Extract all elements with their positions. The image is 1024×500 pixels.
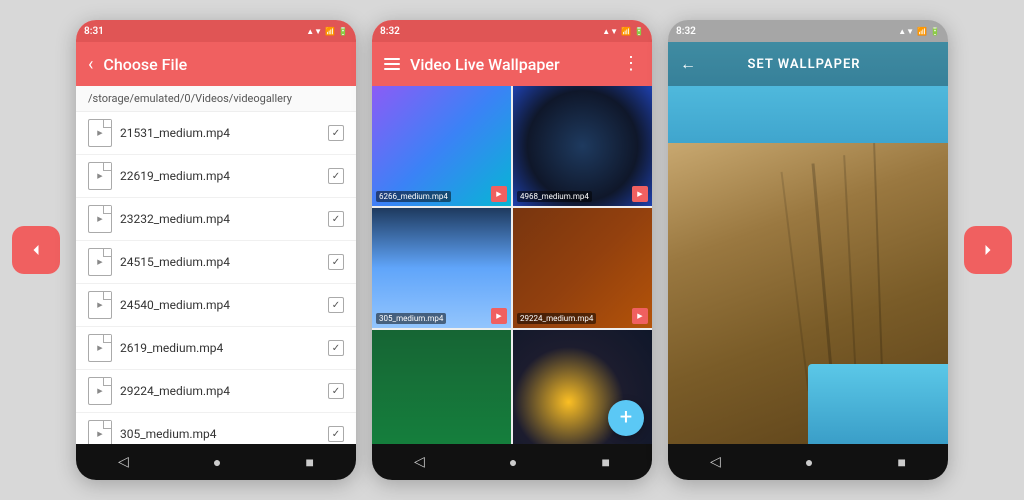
file-item[interactable]: ▶ 24540_medium.mp4 xyxy=(76,284,356,327)
phone3-status-bar: 8:32 ▲▼ 📶 🔋 xyxy=(668,20,948,42)
file-checkbox[interactable] xyxy=(328,426,344,442)
phone2-time: 8:32 xyxy=(380,26,400,37)
left-nav-button[interactable] xyxy=(12,226,60,274)
phone-2: 8:32 ▲▼ 📶 🔋 Video Live Wallpaper ⋮ 6266_… xyxy=(372,20,652,480)
file-name: 21531_medium.mp4 xyxy=(120,126,320,140)
phone2-back-nav[interactable]: ◁ xyxy=(414,454,425,470)
file-item[interactable]: ▶ 24515_medium.mp4 xyxy=(76,241,356,284)
file-item[interactable]: ▶ 305_medium.mp4 xyxy=(76,413,356,444)
phone3-back-button[interactable]: ← xyxy=(680,54,696,74)
file-checkbox[interactable] xyxy=(328,340,344,356)
phone1-home-nav[interactable]: ● xyxy=(213,454,221,471)
phone-3: 8:32 ▲▼ 📶 🔋 ← xyxy=(668,20,948,480)
wallpaper-screen: ← SET WALLPAPER xyxy=(668,42,948,444)
phone3-back-nav[interactable]: ◁ xyxy=(710,454,721,470)
right-nav-button[interactable] xyxy=(964,226,1012,274)
phone2-status-icons: ▲▼ 📶 🔋 xyxy=(602,27,644,36)
phone2-gallery-grid: 6266_medium.mp4 4968_medium.mp4 305_medi… xyxy=(372,86,652,444)
gallery-label-1: 6266_medium.mp4 xyxy=(376,191,451,202)
gallery-label-4: 29224_medium.mp4 xyxy=(517,313,596,324)
phone1-file-path: /storage/emulated/0/Videos/videogallery xyxy=(76,86,356,112)
phone1-title: Choose File xyxy=(103,55,344,74)
file-name: 24515_medium.mp4 xyxy=(120,255,320,269)
phone2-more-icon[interactable]: ⋮ xyxy=(622,55,640,73)
gallery-cell-1[interactable]: 6266_medium.mp4 xyxy=(372,86,511,206)
phone1-app-bar: ‹ Choose File xyxy=(76,42,356,86)
phone3-status-icons: ▲▼ 📶 🔋 xyxy=(898,27,940,36)
gallery-cell-5[interactable] xyxy=(372,330,511,444)
phone1-status-icons: ▲▼ 📶 🔋 xyxy=(306,27,348,36)
phone2-app-bar: Video Live Wallpaper ⋮ xyxy=(372,42,652,86)
phone3-nav-bar: ◁ ● ■ xyxy=(668,444,948,480)
file-name: 305_medium.mp4 xyxy=(120,427,320,441)
file-icon: ▶ xyxy=(88,162,112,190)
phone1-status-bar: 8:31 ▲▼ 📶 🔋 xyxy=(76,20,356,42)
phone3-recent-nav[interactable]: ■ xyxy=(897,454,905,471)
scene: 8:31 ▲▼ 📶 🔋 ‹ Choose File /storage/emula… xyxy=(0,0,1024,500)
phone2-home-nav[interactable]: ● xyxy=(509,454,517,471)
file-name: 22619_medium.mp4 xyxy=(120,169,320,183)
gallery-label-2: 4968_medium.mp4 xyxy=(517,191,592,202)
file-icon: ▶ xyxy=(88,248,112,276)
file-item[interactable]: ▶ 22619_medium.mp4 xyxy=(76,155,356,198)
file-name: 24540_medium.mp4 xyxy=(120,298,320,312)
phone2-recent-nav[interactable]: ■ xyxy=(601,454,609,471)
phone3-app-bar: ← SET WALLPAPER xyxy=(668,42,948,86)
phone3-title: SET WALLPAPER xyxy=(696,57,912,72)
file-item[interactable]: ▶ 21531_medium.mp4 xyxy=(76,112,356,155)
file-checkbox[interactable] xyxy=(328,211,344,227)
phone1-time: 8:31 xyxy=(84,26,104,37)
cliff-image xyxy=(668,42,948,444)
phone2-menu-icon[interactable] xyxy=(384,58,400,70)
file-name: 29224_medium.mp4 xyxy=(120,384,320,398)
file-icon: ▶ xyxy=(88,119,112,147)
phone1-file-list: /storage/emulated/0/Videos/videogallery … xyxy=(76,86,356,444)
file-item[interactable]: ▶ 23232_medium.mp4 xyxy=(76,198,356,241)
video-thumb-icon-1 xyxy=(491,186,507,202)
phone2-title: Video Live Wallpaper xyxy=(410,55,612,74)
file-icon: ▶ xyxy=(88,205,112,233)
gallery-cell-2[interactable]: 4968_medium.mp4 xyxy=(513,86,652,206)
file-checkbox[interactable] xyxy=(328,297,344,313)
file-items-container: ▶ 21531_medium.mp4 ▶ 22619_medium.mp4 ▶ 23232… xyxy=(76,112,356,444)
video-thumb-icon-4 xyxy=(632,308,648,324)
phone1-back-nav[interactable]: ◁ xyxy=(118,454,129,470)
phone2-status-bar: 8:32 ▲▼ 📶 🔋 xyxy=(372,20,652,42)
phone3-time: 8:32 xyxy=(676,26,696,37)
video-thumb-icon-2 xyxy=(632,186,648,202)
file-icon: ▶ xyxy=(88,420,112,444)
gallery-cell-4[interactable]: 29224_medium.mp4 xyxy=(513,208,652,328)
phone2-nav-bar: ◁ ● ■ xyxy=(372,444,652,480)
phone2-fab[interactable]: + xyxy=(608,400,644,436)
file-name: 2619_medium.mp4 xyxy=(120,341,320,355)
gallery-label-3: 305_medium.mp4 xyxy=(376,313,446,324)
file-checkbox[interactable] xyxy=(328,168,344,184)
file-item[interactable]: ▶ 2619_medium.mp4 xyxy=(76,327,356,370)
phone-1: 8:31 ▲▼ 📶 🔋 ‹ Choose File /storage/emula… xyxy=(76,20,356,480)
phone3-home-nav[interactable]: ● xyxy=(805,454,813,471)
file-checkbox[interactable] xyxy=(328,383,344,399)
video-thumb-icon-3 xyxy=(491,308,507,324)
file-checkbox[interactable] xyxy=(328,125,344,141)
file-item[interactable]: ▶ 29224_medium.mp4 xyxy=(76,370,356,413)
file-icon: ▶ xyxy=(88,377,112,405)
phone1-nav-bar: ◁ ● ■ xyxy=(76,444,356,480)
gallery-cell-3[interactable]: 305_medium.mp4 xyxy=(372,208,511,328)
file-checkbox[interactable] xyxy=(328,254,344,270)
phone1-back-button[interactable]: ‹ xyxy=(88,54,93,75)
phone1-recent-nav[interactable]: ■ xyxy=(305,454,313,471)
file-icon: ▶ xyxy=(88,291,112,319)
file-icon: ▶ xyxy=(88,334,112,362)
file-name: 23232_medium.mp4 xyxy=(120,212,320,226)
